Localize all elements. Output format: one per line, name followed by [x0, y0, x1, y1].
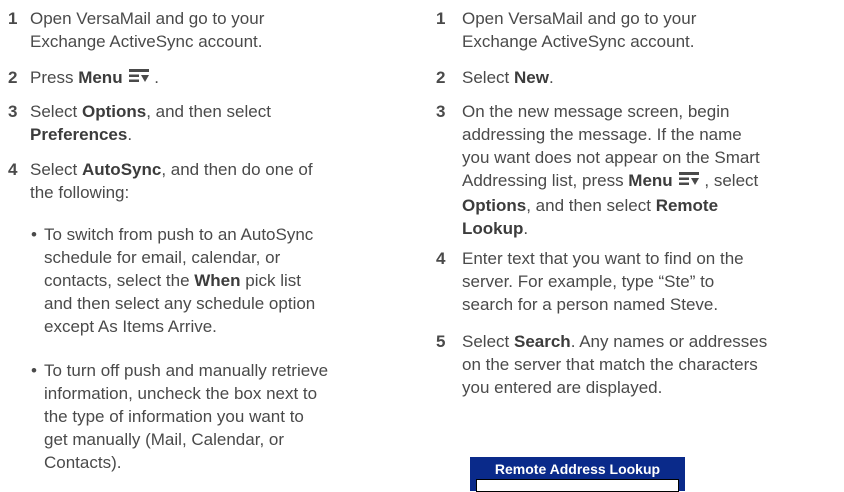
- dialog-title: Remote Address Lookup: [494, 461, 661, 477]
- step-text: , select: [699, 171, 759, 190]
- step-text: . Any names or addresses: [570, 332, 768, 351]
- step-number: 3: [436, 102, 446, 121]
- menu-label: Menu: [78, 68, 123, 87]
- step-text: , and then select: [146, 102, 271, 121]
- step-number: 1: [8, 9, 18, 28]
- bullet-item: • To switch from push to an AutoSync sch…: [30, 223, 390, 338]
- step-5: 5 Select Search. Any names or addresses …: [428, 330, 833, 399]
- step-text: you want does not appear on the Smart: [462, 148, 760, 167]
- step-text: Exchange ActiveSync account.: [462, 32, 695, 51]
- menu-icon: [128, 68, 150, 91]
- bullet-text: contacts, select the: [44, 271, 195, 290]
- bullet-text: Contacts).: [44, 453, 122, 472]
- remote-address-lookup-dialog: Remote Address Lookup: [470, 457, 685, 492]
- step-number: 4: [8, 160, 18, 179]
- step-3: 3 On the new message screen, begin addre…: [428, 100, 833, 240]
- step-text: server. For example, type “Ste” to: [462, 272, 715, 291]
- step-text: Open VersaMail and go to your: [462, 9, 697, 28]
- step-2: 2 Press Menu .: [0, 66, 395, 91]
- autosync-label: AutoSync: [81, 160, 162, 179]
- step-text: Addressing list, press: [462, 171, 629, 190]
- menu-label: Menu: [628, 171, 673, 190]
- step-4: 4 Enter text that you want to find on th…: [428, 247, 833, 316]
- remote-label: Remote: [655, 196, 719, 215]
- step-2: 2 Select New.: [428, 66, 833, 89]
- bullet-icon: •: [31, 361, 37, 380]
- step-text: , and then select: [526, 196, 656, 215]
- step-3: 3 Select Options, and then select Prefer…: [0, 100, 395, 146]
- when-label: When: [194, 271, 241, 290]
- bullet-text: get manually (Mail, Calendar, or: [44, 430, 285, 449]
- step-text: Exchange ActiveSync account.: [30, 32, 263, 51]
- menu-icon: [678, 171, 700, 194]
- bullet-text: To switch from push to an AutoSync: [44, 225, 314, 244]
- bullet-text: information, uncheck the box next to: [44, 384, 318, 403]
- step-text: Select: [30, 160, 82, 179]
- bullet-text: pick list: [240, 271, 301, 290]
- step-text: Press: [30, 68, 79, 87]
- step-text: Select: [462, 68, 514, 87]
- options-label: Options: [81, 102, 147, 121]
- new-label: New: [513, 68, 549, 87]
- step-text: on the server that match the characters: [462, 355, 758, 374]
- lookup-label: Lookup: [462, 219, 524, 238]
- step-4: 4 Select AutoSync, and then do one of th…: [0, 158, 395, 204]
- step-number: 2: [8, 68, 18, 87]
- step-text: addressing the message. If the name: [462, 125, 742, 144]
- step-text: you entered are displayed.: [462, 378, 663, 397]
- step-text: Select: [462, 332, 514, 351]
- step-text: On the new message screen, begin: [462, 102, 730, 121]
- step-text: .: [548, 68, 554, 87]
- bullet-text: To turn off push and manually retrieve: [44, 361, 329, 380]
- bullet-text: except As Items Arrive.: [44, 317, 217, 336]
- step-text: .: [523, 219, 529, 238]
- step-1: 1 Open VersaMail and go to your Exchange…: [0, 7, 395, 53]
- bullet-icon: •: [31, 225, 37, 244]
- step-number: 5: [436, 332, 446, 351]
- step-text: the following:: [30, 183, 130, 202]
- step-text: search for a person named Steve.: [462, 295, 719, 314]
- step-number: 3: [8, 102, 18, 121]
- dialog-body: [476, 479, 679, 492]
- preferences-label: Preferences: [30, 125, 128, 144]
- bullet-text: the type of information you want to: [44, 407, 304, 426]
- step-text: Open VersaMail and go to your: [30, 9, 265, 28]
- bullet-item: • To turn off push and manually retrieve…: [30, 359, 390, 474]
- step-text: .: [149, 68, 160, 87]
- search-label: Search: [513, 332, 571, 351]
- step-number: 4: [436, 249, 446, 268]
- step-text: Select: [30, 102, 82, 121]
- step-number: 2: [436, 68, 446, 87]
- step-number: 1: [436, 9, 446, 28]
- step-text: , and then do one of: [161, 160, 313, 179]
- bullet-text: schedule for email, calendar, or: [44, 248, 281, 267]
- step-text: Enter text that you want to find on the: [462, 249, 744, 268]
- bullet-text: and then select any schedule option: [44, 294, 316, 313]
- step-text: .: [127, 125, 133, 144]
- step-1: 1 Open VersaMail and go to your Exchange…: [428, 7, 833, 53]
- options-label: Options: [462, 196, 527, 215]
